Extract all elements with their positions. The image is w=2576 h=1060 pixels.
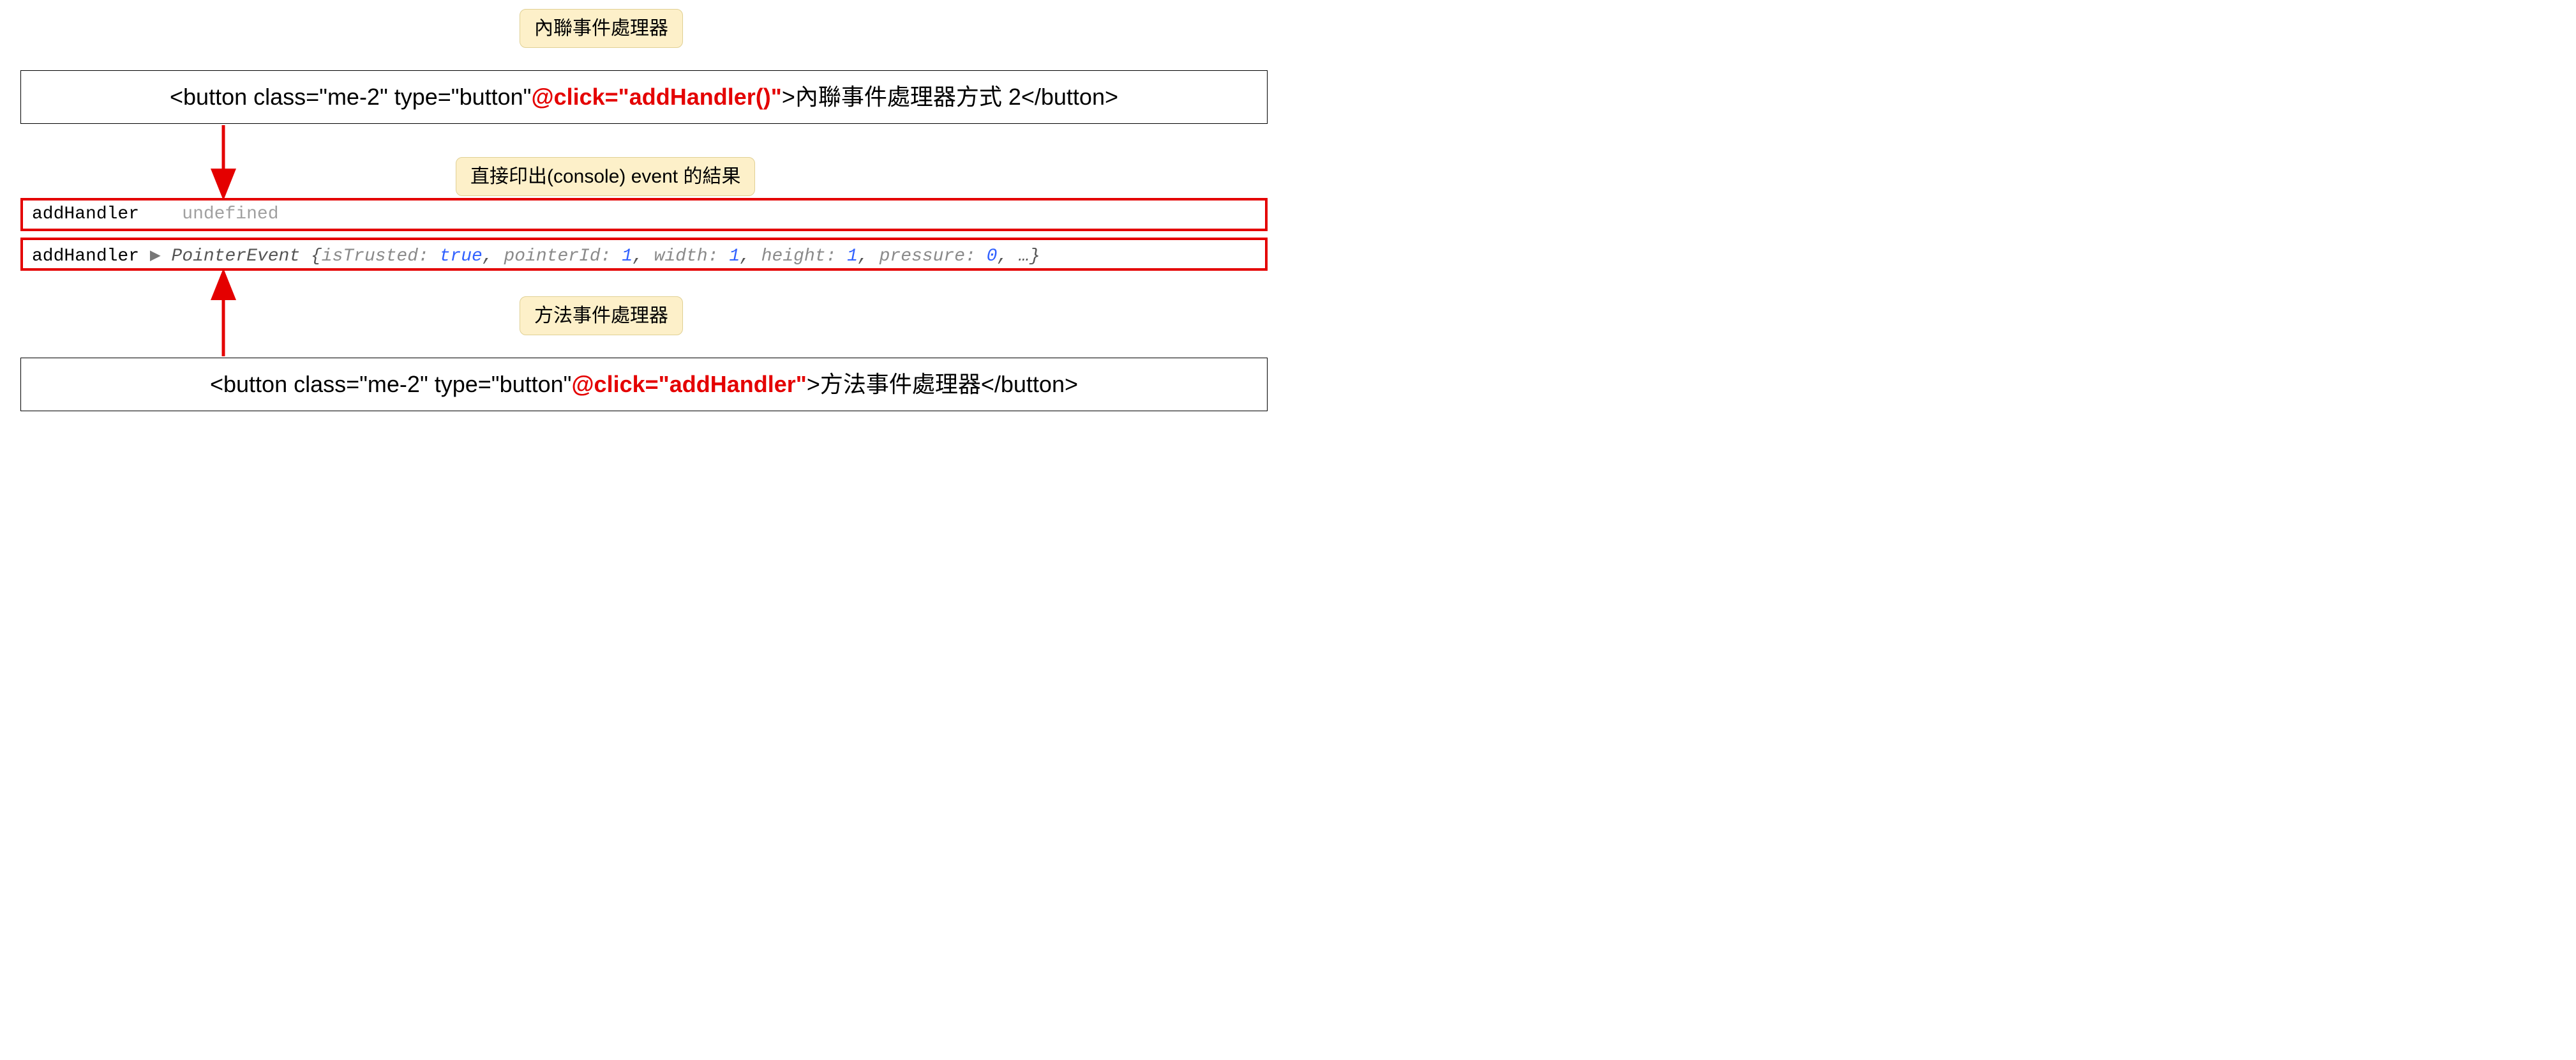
console2-name: addHandler [32,246,139,266]
console2-val-width: 1 [729,246,740,266]
console2-prop-height: height: [761,246,847,266]
console2-prop-isTrusted: isTrusted: [322,246,440,266]
code-pre-2: <button class="me-2" type="button" [210,370,571,398]
console1-value: undefined [182,204,278,224]
badge-console-result: 直接印出(console) event 的結果 [456,157,755,196]
console1-name: addHandler [32,204,139,224]
code-snippet-inline: <button class="me-2" type="button" @clic… [20,70,1268,124]
console2-prop-pressure: pressure: [880,246,987,266]
console2-prop-pointerId: pointerId: [504,246,622,266]
code-snippet-method: <button class="me-2" type="button" @clic… [20,358,1268,411]
code-highlight-1: @click="addHandler()" [531,83,781,110]
console-output-2: addHandler ▶ PointerEvent {isTrusted: tr… [20,238,1268,271]
console2-val-height: 1 [847,246,858,266]
console2-val-isTrusted: true [440,246,483,266]
console2-class: PointerEvent [172,246,311,266]
diagram-canvas: 內聯事件處理器 <button class="me-2" type="butto… [0,0,1288,530]
badge-inline-handler: 內聯事件處理器 [520,9,683,48]
code-post-1: >內聯事件處理器方式 2</button> [782,83,1118,110]
code-pre-1: <button class="me-2" type="button" [170,83,531,110]
console2-prop-width: width: [654,246,730,266]
code-highlight-2: @click="addHandler" [571,370,806,398]
expand-triangle-icon: ▶ [150,246,172,266]
console2-val-pressure: 0 [987,246,998,266]
console2-val-pointerId: 1 [622,246,633,266]
console-output-1: addHandler undefined [20,198,1268,231]
code-post-2: >方法事件處理器</button> [807,370,1078,398]
badge-method-handler: 方法事件處理器 [520,296,683,335]
console2-ellipsis: … [1019,246,1030,266]
